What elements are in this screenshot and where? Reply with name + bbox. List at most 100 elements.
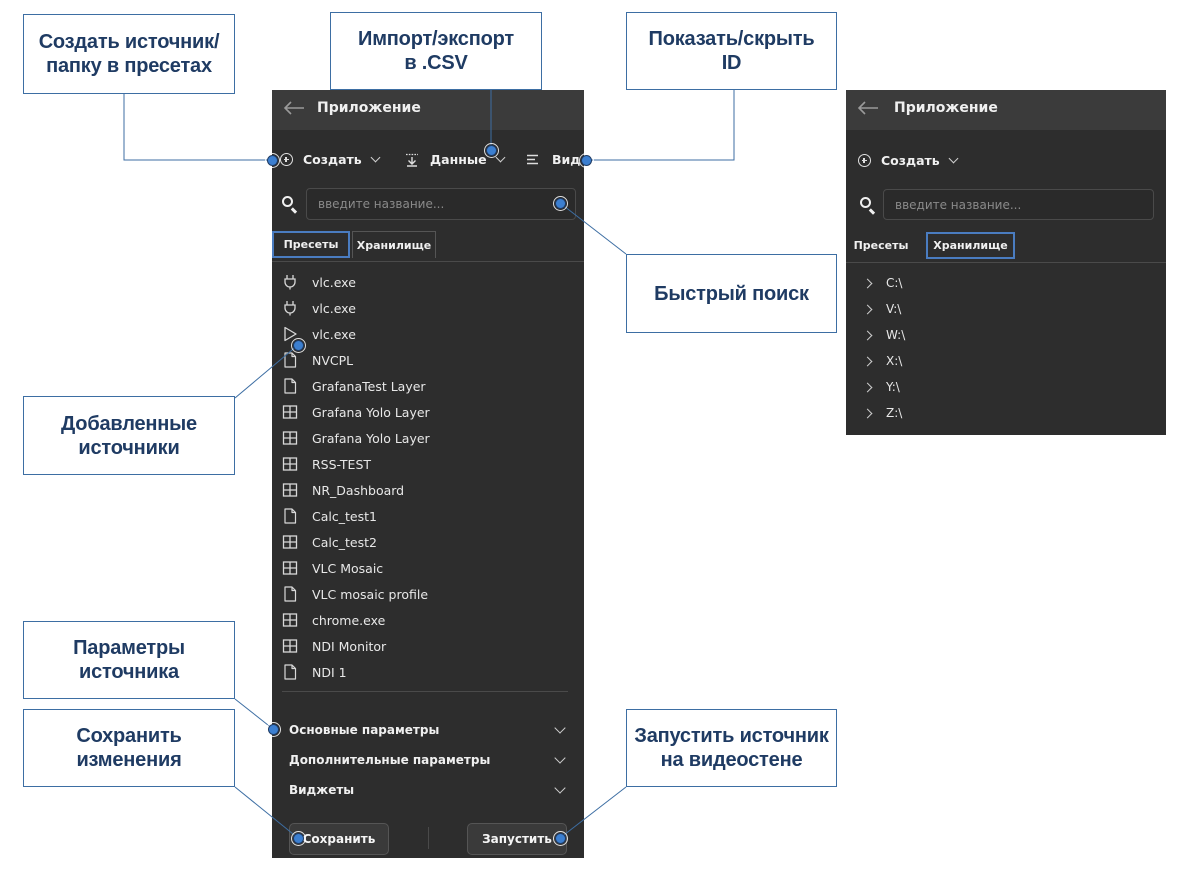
drive-item[interactable]: V:\: [862, 296, 902, 322]
tab-storage[interactable]: Хранилище: [352, 231, 436, 258]
callout-create: Создать источник/ папку в пресетах: [23, 14, 235, 94]
callout-source-params: Параметры источника: [23, 621, 235, 699]
marker-search: [553, 196, 568, 211]
grid-icon: [282, 612, 298, 628]
file-icon: [282, 352, 298, 368]
callout-show-hide-id: Показать/скрыть ID: [626, 12, 837, 90]
left-app-panel: Приложение Создать Данные Вид Пресеты Хр…: [272, 90, 584, 858]
back-arrow-icon[interactable]: [856, 98, 880, 118]
list-item-label: RSS-TEST: [312, 456, 372, 472]
callout-save-changes: Сохранить изменения: [23, 709, 235, 787]
drive-label: Y:\: [886, 380, 900, 394]
tab-bar: Пресеты Хранилище: [846, 232, 1166, 263]
grid-icon: [282, 560, 298, 576]
drive-label: V:\: [886, 302, 902, 316]
file-icon: [282, 664, 298, 680]
chevron-down-icon: [370, 152, 381, 163]
chevron-down-icon: [948, 153, 959, 164]
panel-header: Приложение: [846, 90, 1166, 130]
section-label: Виджеты: [289, 783, 355, 797]
plus-circle-icon: [280, 153, 293, 166]
plus-circle-icon: [858, 154, 871, 167]
search-icon: [860, 197, 871, 208]
view-lines-icon: [526, 153, 542, 167]
list-item[interactable]: NR_Dashboard: [282, 477, 404, 503]
list-item[interactable]: NDI Monitor: [282, 633, 386, 659]
list-item-label: NDI 1: [312, 664, 347, 680]
create-menu-button[interactable]: Создать: [280, 152, 381, 167]
chevron-right-icon: [862, 330, 873, 340]
create-label: Создать: [303, 152, 362, 167]
section-basic-params[interactable]: Основные параметры: [289, 715, 568, 745]
list-item[interactable]: GrafanaTest Layer: [282, 373, 426, 399]
drive-label: X:\: [886, 354, 903, 368]
drive-item[interactable]: Y:\: [862, 374, 900, 400]
chevron-right-icon: [862, 356, 873, 366]
callout-added-sources: Добавленные источники: [23, 396, 235, 475]
section-label: Дополнительные параметры: [289, 753, 491, 767]
file-icon: [282, 378, 298, 394]
list-item[interactable]: chrome.exe: [282, 607, 385, 633]
list-item-label: vlc.exe: [312, 274, 356, 290]
drive-item[interactable]: X:\: [862, 348, 903, 374]
chevron-right-icon: [862, 278, 873, 288]
marker-run: [553, 831, 568, 846]
search-input[interactable]: [883, 189, 1154, 220]
marker-import-export: [484, 143, 499, 158]
list-item[interactable]: RSS-TEST: [282, 451, 371, 477]
list-item[interactable]: NDI 1: [282, 659, 347, 685]
section-label: Основные параметры: [289, 723, 440, 737]
list-item[interactable]: Grafana Yolo Layer: [282, 399, 430, 425]
marker-sources: [291, 338, 306, 353]
tab-storage[interactable]: Хранилище: [926, 232, 1015, 259]
panel-title: Приложение: [317, 100, 421, 116]
drive-label: W:\: [886, 328, 906, 342]
list-item-label: Grafana Yolo Layer: [312, 404, 430, 420]
tab-presets[interactable]: Пресеты: [850, 232, 912, 259]
tab-bar: Пресеты Хранилище: [272, 231, 584, 262]
grid-icon: [282, 430, 298, 446]
data-import-icon: [404, 153, 420, 167]
drive-item[interactable]: Z:\: [862, 400, 903, 426]
file-icon: [282, 508, 298, 524]
chevron-down-icon: [554, 751, 566, 764]
list-item[interactable]: vlc.exe: [282, 269, 356, 295]
callout-run-source: Запустить источник на видеостене: [626, 709, 837, 787]
search-input[interactable]: [306, 188, 576, 220]
tab-presets[interactable]: Пресеты: [272, 231, 350, 258]
run-button[interactable]: Запустить: [467, 823, 567, 855]
chevron-right-icon: [862, 408, 873, 418]
list-item[interactable]: Calc_test1: [282, 503, 377, 529]
grid-icon: [282, 638, 298, 654]
chevron-down-icon: [554, 781, 566, 794]
panel-title: Приложение: [894, 100, 998, 116]
create-label: Создать: [881, 153, 940, 168]
section-widgets[interactable]: Виджеты: [289, 775, 568, 805]
file-icon: [282, 586, 298, 602]
section-additional-params[interactable]: Дополнительные параметры: [289, 745, 568, 775]
list-item-label: NVCPL: [312, 352, 354, 368]
list-item-label: VLC Mosaic: [312, 560, 384, 576]
list-item[interactable]: Grafana Yolo Layer: [282, 425, 430, 451]
list-item[interactable]: vlc.exe: [282, 295, 356, 321]
drive-item[interactable]: C:\: [862, 270, 902, 296]
chevron-down-icon: [554, 721, 566, 734]
chevron-right-icon: [862, 304, 873, 314]
callout-quick-search: Быстрый поиск: [626, 254, 837, 333]
search-icon: [282, 196, 293, 207]
data-label: Данные: [430, 152, 487, 167]
drive-item[interactable]: W:\: [862, 322, 906, 348]
list-item[interactable]: VLC Mosaic: [282, 555, 383, 581]
list-item-label: vlc.exe: [312, 300, 356, 316]
list-item-label: Grafana Yolo Layer: [312, 430, 430, 446]
list-item[interactable]: VLC mosaic profile: [282, 581, 428, 607]
view-menu-button[interactable]: Вид: [526, 152, 580, 167]
marker-view: [579, 153, 594, 168]
drive-label: Z:\: [886, 406, 903, 420]
view-label: Вид: [552, 152, 581, 167]
marker-save: [291, 831, 306, 846]
list-item[interactable]: Calc_test2: [282, 529, 377, 555]
create-menu-button[interactable]: Создать: [858, 153, 959, 168]
grid-icon: [282, 404, 298, 420]
back-arrow-icon[interactable]: [282, 98, 306, 118]
